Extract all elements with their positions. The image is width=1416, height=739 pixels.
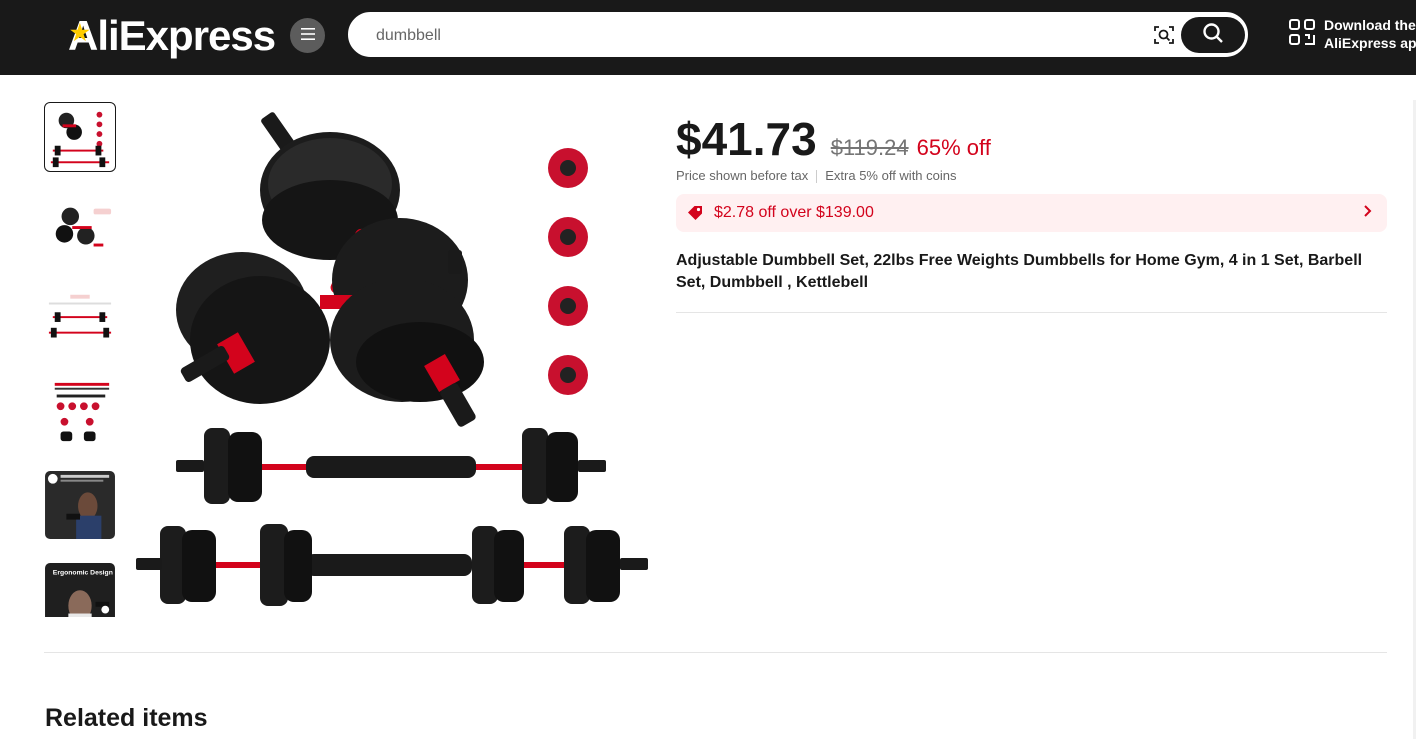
top-header: ★ AliExpress dumbbell Download the AliEx… [0, 0, 1416, 75]
app-download-link[interactable]: Download the AliExpress app [1288, 16, 1416, 52]
product-title: Adjustable Dumbbell Set, 22lbs Free Weig… [676, 252, 1363, 291]
thumbnail-6-caption: Ergonomic Design [53, 570, 113, 577]
collar-clips [548, 148, 588, 395]
thumbnail-3[interactable] [44, 286, 116, 356]
search-icon [1201, 21, 1225, 50]
search-button[interactable] [1181, 17, 1245, 53]
menu-button[interactable] [290, 18, 325, 53]
menu-icon [300, 27, 315, 45]
related-items-heading: Related items [45, 704, 208, 732]
aliexpress-logo[interactable]: ★ AliExpress [68, 12, 276, 60]
original-price: $119.24 [830, 135, 909, 160]
search-bar [348, 12, 1248, 57]
dumbbell-illustration [176, 112, 484, 427]
qr-code-icon [1288, 18, 1316, 51]
barbell-illustration [176, 428, 606, 504]
thumbnail-5[interactable] [44, 470, 116, 540]
logo-star-icon: ★ [70, 20, 90, 45]
thumbnail-6[interactable]: Ergonomic Design [44, 562, 116, 617]
logo-text: AliExpress [68, 12, 276, 59]
price-row: $41.73 $119.24 65% off [676, 112, 991, 166]
thumbnail-4[interactable] [44, 378, 116, 448]
price-notes: Price shown before tax Extra 5% off with … [676, 168, 957, 184]
tax-note: Price shown before tax [676, 168, 809, 183]
app-download-line1: Download the [1324, 17, 1416, 33]
divider [816, 170, 818, 184]
thumbnail-1[interactable] [44, 102, 116, 172]
coupon-banner[interactable]: $2.78 off over $139.00 [676, 194, 1387, 232]
chevron-right-icon [1363, 204, 1373, 223]
long-barbell-illustration [136, 524, 648, 606]
product-main-image[interactable] [130, 100, 655, 620]
current-price: $41.73 [676, 113, 817, 165]
coupon-text: $2.78 off over $139.00 [714, 204, 874, 221]
coins-note: Extra 5% off with coins [825, 168, 957, 183]
divider [676, 312, 1387, 313]
discount-percent: 65% off [916, 135, 991, 160]
thumbnail-2[interactable] [44, 194, 116, 264]
camera-search-icon[interactable] [1152, 23, 1176, 47]
search-input[interactable] [374, 23, 1138, 49]
coupon-tag-icon [686, 204, 704, 227]
app-download-line2: AliExpress app [1324, 35, 1416, 51]
section-divider [44, 652, 1387, 653]
thumbnail-strip: Ergonomic Design [44, 102, 118, 617]
